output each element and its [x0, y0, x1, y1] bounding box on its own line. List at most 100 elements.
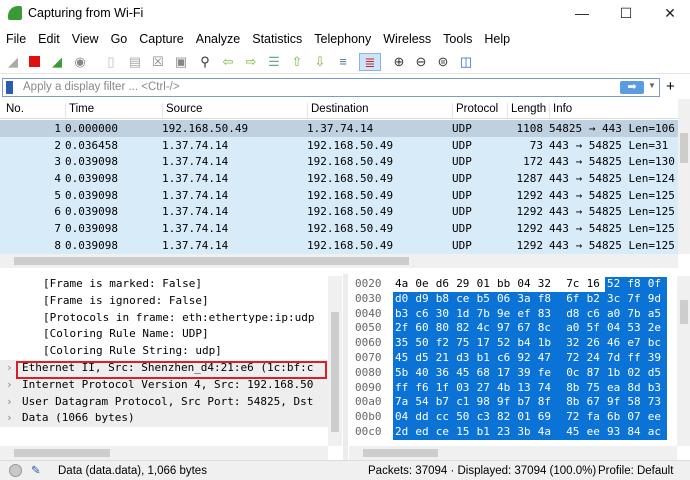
- zoom-out-icon[interactable]: ⊖: [412, 53, 430, 71]
- close-button[interactable]: ✕: [650, 3, 690, 23]
- capture-options-icon[interactable]: ◉: [71, 53, 89, 71]
- packet-row[interactable]: 1 0.000000 192.168.50.49 1.37.74.14 UDP 1108 5…: [0, 120, 678, 137]
- hex-byte[interactable]: 87: [584, 365, 606, 381]
- restart-capture-icon[interactable]: ◢: [48, 53, 66, 71]
- expand-chevron-icon[interactable]: ›: [6, 394, 13, 411]
- hex-byte[interactable]: 8b: [564, 380, 586, 396]
- hex-byte[interactable]: 67: [584, 395, 606, 411]
- start-capture-icon[interactable]: ◢: [4, 53, 22, 71]
- hex-byte[interactable]: 16: [585, 277, 602, 292]
- maximize-button[interactable]: ☐: [606, 3, 646, 23]
- menu-edit[interactable]: Edit: [32, 29, 66, 49]
- hex-byte[interactable]: 17: [495, 365, 516, 381]
- hex-byte[interactable]: 74: [535, 380, 565, 396]
- hex-byte[interactable]: 27: [474, 380, 496, 396]
- hex-byte[interactable]: 40: [413, 365, 435, 381]
- hex-byte[interactable]: 9f: [495, 395, 516, 411]
- hex-byte[interactable]: 39: [645, 350, 667, 366]
- expert-info-icon[interactable]: [9, 464, 22, 477]
- hex-byte[interactable]: 7b: [625, 306, 647, 322]
- hex-byte[interactable]: 84: [625, 424, 647, 440]
- hex-byte[interactable]: 7f: [625, 291, 647, 307]
- hex-byte[interactable]: 2d: [393, 424, 414, 440]
- hex-byte[interactable]: 82: [495, 410, 516, 425]
- hex-byte[interactable]: 6f: [564, 291, 586, 307]
- hex-byte[interactable]: d9: [413, 291, 435, 307]
- hex-byte[interactable]: b3: [393, 306, 414, 322]
- hex-byte[interactable]: cc: [433, 410, 455, 425]
- expand-chevron-icon[interactable]: ›: [6, 410, 13, 427]
- hex-byte[interactable]: c3: [474, 410, 496, 425]
- bytes-vscrollbar[interactable]: [677, 276, 690, 446]
- packet-row[interactable]: 4 0.039098 1.37.74.14 192.168.50.49 UDP 1287 4…: [0, 170, 678, 187]
- packet-list-hscrollbar[interactable]: [0, 254, 678, 268]
- hex-byte[interactable]: 4a: [393, 277, 410, 292]
- hex-byte[interactable]: 52: [605, 277, 626, 292]
- resize-columns-icon[interactable]: ◫: [457, 53, 475, 71]
- capture-comment-icon[interactable]: ✎: [31, 463, 41, 477]
- hex-byte[interactable]: 75: [454, 336, 476, 351]
- hex-byte[interactable]: 1f: [433, 380, 455, 396]
- hex-byte[interactable]: 80: [433, 321, 455, 337]
- hex-byte[interactable]: b1: [474, 350, 496, 366]
- detail-line[interactable]: [Coloring Rule String: udp]: [0, 343, 328, 360]
- hex-byte[interactable]: 0e: [413, 277, 430, 292]
- hex-byte[interactable]: 45: [454, 365, 476, 381]
- hex-byte[interactable]: a0: [564, 321, 586, 337]
- hex-byte[interactable]: d8: [564, 306, 586, 322]
- hex-byte[interactable]: 9f: [605, 395, 626, 411]
- hex-byte[interactable]: 4a: [535, 424, 565, 440]
- hex-byte[interactable]: 60: [413, 321, 435, 337]
- hex-byte[interactable]: ac: [645, 424, 667, 440]
- detail-line[interactable]: [Protocols in frame: eth:ethertype:ip:ud…: [0, 310, 328, 327]
- column-header-destination[interactable]: Destination: [307, 103, 369, 119]
- hex-byte[interactable]: 50: [454, 410, 476, 425]
- display-filter-input[interactable]: Apply a display filter ... <Ctrl-/>: [23, 81, 180, 93]
- hex-byte[interactable]: 24: [584, 350, 606, 366]
- hex-byte[interactable]: 8c: [535, 321, 565, 337]
- hex-byte[interactable]: 50: [413, 336, 435, 351]
- hex-byte[interactable]: f6: [413, 380, 435, 396]
- packet-row[interactable]: 3 0.039098 1.37.74.14 192.168.50.49 UDP 172 44…: [0, 153, 678, 171]
- details-hscrollbar[interactable]: [0, 446, 328, 460]
- hex-byte[interactable]: 8b: [564, 395, 586, 411]
- hex-byte[interactable]: 45: [564, 424, 586, 440]
- hex-byte[interactable]: ef: [515, 306, 537, 322]
- hex-byte[interactable]: ff: [625, 350, 647, 366]
- hex-byte[interactable]: ea: [605, 380, 626, 396]
- menu-capture[interactable]: Capture: [133, 29, 189, 49]
- hex-byte[interactable]: 04: [393, 410, 414, 425]
- hex-byte[interactable]: 5f: [584, 321, 606, 337]
- close-file-icon[interactable]: ☒: [149, 53, 167, 71]
- hex-byte[interactable]: 17: [474, 336, 496, 351]
- colorize-icon[interactable]: ≣: [359, 53, 381, 71]
- filter-dropdown-icon[interactable]: ▼: [648, 81, 656, 90]
- hex-byte[interactable]: 4b: [495, 380, 516, 396]
- hex-byte[interactable]: d5: [645, 365, 667, 381]
- menu-analyze[interactable]: Analyze: [190, 29, 246, 49]
- hex-byte[interactable]: 3a: [515, 291, 537, 307]
- hex-byte[interactable]: 23: [495, 424, 516, 440]
- hex-byte[interactable]: e7: [625, 336, 647, 351]
- hex-byte[interactable]: fa: [584, 410, 606, 425]
- hex-byte[interactable]: 68: [474, 365, 496, 381]
- hex-byte[interactable]: 7c: [564, 277, 581, 292]
- hex-byte[interactable]: 35: [393, 336, 414, 351]
- hex-byte[interactable]: 3c: [605, 291, 626, 307]
- hex-byte[interactable]: 97: [495, 321, 516, 337]
- hex-byte[interactable]: 7b: [474, 306, 496, 322]
- hex-byte[interactable]: 67: [515, 321, 537, 337]
- bytes-hscrollbar[interactable]: [349, 446, 677, 460]
- menu-telephony[interactable]: Telephony: [308, 29, 377, 49]
- pane-divider[interactable]: [343, 274, 348, 460]
- menu-statistics[interactable]: Statistics: [246, 29, 308, 49]
- hex-byte[interactable]: 4c: [474, 321, 496, 337]
- hex-byte[interactable]: 73: [645, 395, 667, 411]
- reload-file-icon[interactable]: ▣: [172, 53, 190, 71]
- detail-tree-item[interactable]: › Data (1066 bytes): [0, 410, 328, 428]
- hex-byte[interactable]: b4: [515, 336, 537, 351]
- hex-byte[interactable]: 02: [625, 365, 647, 381]
- hex-byte[interactable]: a5: [645, 306, 667, 322]
- hex-byte[interactable]: 32: [564, 336, 586, 351]
- hex-byte[interactable]: 52: [495, 336, 516, 351]
